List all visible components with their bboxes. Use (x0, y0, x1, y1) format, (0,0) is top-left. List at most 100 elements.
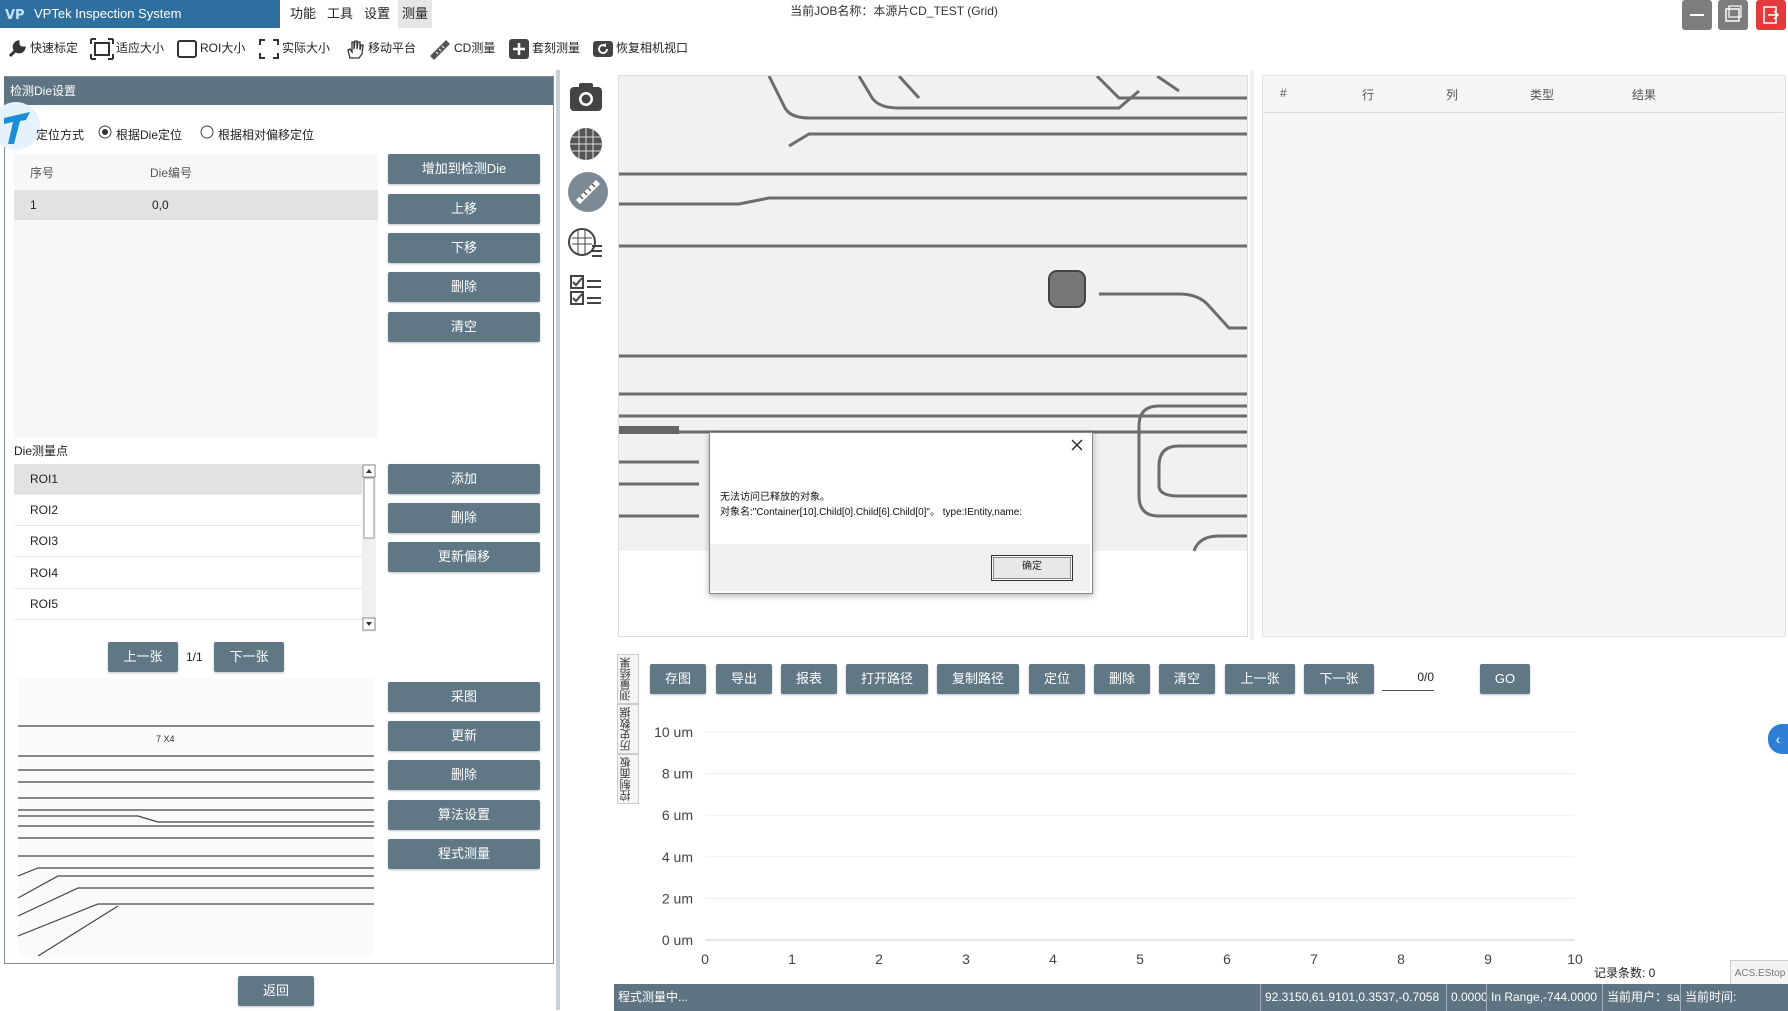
clear-die-button[interactable]: 清空 (388, 312, 540, 342)
dialog-message-line1: 无法访问已释放的对象。 (720, 492, 830, 503)
panel-splitter[interactable] (556, 70, 560, 1010)
move-up-button[interactable]: 上移 (388, 194, 540, 224)
update-offset-button[interactable]: 更新偏移 (388, 542, 540, 572)
exit-button[interactable] (1756, 0, 1786, 30)
update-button[interactable]: 更新 (388, 721, 540, 751)
col-header-type: 类型 (1530, 88, 1555, 102)
go-button[interactable]: GO (1480, 664, 1530, 694)
grid-cell-index: 1 (30, 198, 37, 212)
view-splitter[interactable] (1250, 70, 1254, 640)
quick-calibrate-button[interactable]: 快速标定 (6, 36, 78, 60)
radio-by-die[interactable] (98, 125, 112, 142)
delete-roi-button[interactable]: 删除 (388, 503, 540, 533)
delete-result-button[interactable]: 删除 (1094, 664, 1150, 694)
exit-icon (1763, 6, 1780, 24)
collapse-panel-button[interactable]: ‹ (1768, 724, 1788, 754)
col-header-row: 行 (1362, 88, 1375, 102)
scrollbar-arrows-icon (362, 464, 376, 631)
next-result-button[interactable]: 下一张 (1304, 664, 1374, 694)
x-tick-label: 3 (962, 951, 970, 967)
roi-frame-icon (177, 39, 197, 58)
capture-image-button[interactable]: 采图 (388, 682, 540, 712)
dialog-ok-button[interactable]: 确定 (991, 555, 1073, 581)
record-count: 记录条数: 0 (1594, 966, 1656, 980)
maximize-button[interactable] (1718, 0, 1748, 30)
camera-icon (570, 83, 602, 111)
add-roi-button[interactable]: 添加 (388, 464, 540, 494)
list-item[interactable]: ROI2 (14, 495, 362, 526)
x-tick-label: 10 (1567, 951, 1583, 967)
algorithm-settings-button[interactable]: 算法设置 (388, 800, 540, 830)
move-down-button[interactable]: 下移 (388, 233, 540, 263)
measure-tool-button[interactable] (566, 170, 608, 212)
result-table-header (1263, 76, 1783, 113)
col-header-result: 结果 (1632, 88, 1657, 102)
refresh-camera-icon (593, 40, 613, 57)
table-row[interactable] (14, 190, 378, 220)
return-button[interactable]: 返回 (238, 976, 314, 1006)
copy-path-button[interactable]: 复制路径 (937, 664, 1019, 694)
floating-assistant-icon[interactable] (0, 100, 40, 156)
tab-measure-results[interactable]: 测量结果 (617, 654, 639, 704)
y-tick-label: 4 um (662, 849, 693, 865)
restore-camera-view-button[interactable]: 恢复相机视口 (592, 36, 688, 60)
result-counter-field[interactable]: 0/0 (1382, 670, 1434, 691)
overlay-measure-button[interactable]: 套刻测量 (508, 36, 580, 60)
save-image-button[interactable]: 存图 (650, 664, 706, 694)
list-item[interactable]: ROI1 (14, 464, 362, 495)
move-stage-button[interactable]: 移动平台 (344, 36, 416, 60)
fit-size-button[interactable]: 适应大小 (90, 36, 164, 60)
tab-history-data[interactable]: 历史数据 (617, 704, 639, 754)
x-tick-label: 4 (1049, 951, 1057, 967)
roi-list-scrollbar[interactable] (362, 464, 376, 632)
fit-size-label: 适应大小 (116, 41, 165, 55)
vertical-tabs: 测量结果 历史数据 控制面板 (617, 654, 639, 804)
add-to-detect-die-button[interactable]: 增加到检测Die (388, 154, 540, 184)
list-item[interactable]: ROI5 (14, 589, 362, 620)
radio-by-offset[interactable] (200, 125, 214, 142)
delete-die-button[interactable]: 删除 (388, 272, 540, 302)
status-range: In Range,-744.0000 (1486, 984, 1597, 1011)
x-tick-label: 6 (1223, 951, 1231, 967)
dialog-close-button[interactable] (1068, 436, 1086, 454)
next-image-button[interactable]: 下一张 (214, 642, 284, 672)
y-tick-label: 10 um (654, 724, 693, 740)
grid-cell-die-id: 0,0 (152, 198, 169, 212)
wrench-icon (8, 39, 26, 57)
status-time: 当前时间: (1680, 984, 1736, 1011)
roi-size-button[interactable]: ROI大小 (176, 36, 245, 60)
list-item[interactable]: ROI4 (14, 558, 362, 589)
overlay-measure-label: 套刻测量 (532, 41, 581, 55)
move-stage-label: 移动平台 (368, 41, 417, 55)
x-tick-label: 0 (701, 951, 709, 967)
status-bar: 程式测量中... 92.3150,61.9101,0.3537,-0.7058 … (614, 984, 1788, 1011)
chevron-left-icon: ‹ (1775, 731, 1781, 747)
export-button[interactable]: 导出 (716, 664, 772, 694)
roi-item-label: ROI2 (30, 503, 59, 517)
minimize-button[interactable] (1682, 0, 1712, 30)
y-tick-label: 6 um (662, 807, 693, 823)
roi-item-label: ROI1 (30, 472, 59, 486)
grid-tool-button[interactable] (566, 124, 606, 164)
list-item[interactable]: ROI3 (14, 526, 362, 557)
camera-tool-button[interactable] (566, 78, 606, 118)
quick-calibrate-label: 快速标定 (30, 41, 79, 55)
die-map-tool-button[interactable] (566, 222, 606, 262)
delete-image-button[interactable]: 删除 (388, 760, 540, 790)
radio-by-offset-label: 根据相对偏移定位 (218, 128, 315, 142)
prev-result-button[interactable]: 上一张 (1225, 664, 1295, 694)
clear-result-button[interactable]: 清空 (1159, 664, 1215, 694)
checklist-tool-button[interactable] (566, 270, 606, 310)
checklist-icon (570, 275, 601, 305)
tab-control-panel[interactable]: 控制面板 (617, 754, 639, 804)
locate-button[interactable]: 定位 (1029, 664, 1085, 694)
prev-image-button[interactable]: 上一张 (108, 642, 178, 672)
actual-size-button[interactable]: 实际大小 (258, 36, 330, 60)
measure-chart: 0 um 2 um 4 um 6 um 8 um 10 um 0 1 2 3 4 5 6 7 8 9 10 (654, 724, 1583, 967)
program-measure-button[interactable]: 程式测量 (388, 839, 540, 869)
cd-measure-button[interactable]: CD测量 (428, 36, 495, 60)
open-path-button[interactable]: 打开路径 (846, 664, 928, 694)
grid-header-die-id: Die编号 (150, 166, 193, 180)
ruler-icon (430, 39, 450, 60)
report-button[interactable]: 报表 (781, 664, 837, 694)
